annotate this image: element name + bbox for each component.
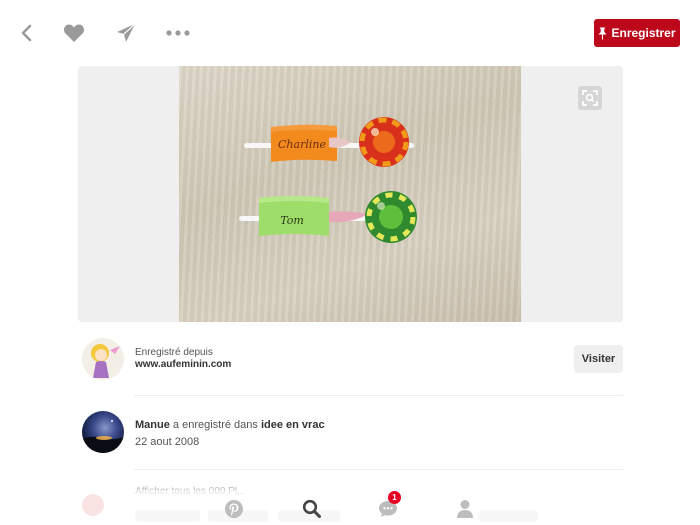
pin-date: 22 aout 2008	[135, 436, 200, 448]
pinner-board[interactable]: idee en vrac	[261, 419, 325, 431]
lollipop-place-cards-image: Charline Tom	[239, 117, 417, 243]
messages-icon[interactable]: 1	[375, 491, 401, 522]
visual-search-icon[interactable]	[578, 86, 602, 110]
pinner-activity: Manue a enregistré dans idee en vrac	[135, 419, 325, 431]
pin-photo[interactable]: Charline Tom	[179, 66, 521, 322]
source-label: Enregistré depuis	[135, 347, 213, 358]
visit-button[interactable]: Visiter	[574, 345, 623, 373]
heart-icon[interactable]	[61, 20, 87, 46]
divider	[134, 395, 623, 396]
more-icon[interactable]	[165, 20, 191, 46]
pinner-name[interactable]: Manue	[135, 419, 170, 431]
bottom-nav: 1	[0, 490, 700, 525]
pushpin-icon	[598, 27, 607, 40]
message-count-badge: 1	[388, 491, 401, 504]
save-button[interactable]: Enregistrer	[594, 19, 680, 47]
search-icon[interactable]	[299, 496, 325, 522]
place-card-name-charline: Charline	[278, 138, 326, 151]
pinner-row: Manue a enregistré dans idee en vrac 22 …	[78, 408, 623, 458]
source-avatar	[82, 338, 124, 380]
pinner-avatar[interactable]	[82, 411, 124, 453]
pinterest-logo-icon[interactable]	[221, 496, 247, 522]
source-row: Enregistré depuis www.aufeminin.com Visi…	[78, 336, 623, 382]
back-arrow-icon[interactable]	[14, 20, 40, 46]
profile-icon[interactable]	[452, 496, 478, 522]
place-card-name-tom: Tom	[280, 214, 304, 227]
save-button-label: Enregistrer	[611, 26, 676, 40]
pin-image-container[interactable]: Charline Tom	[78, 66, 623, 322]
source-domain-link[interactable]: www.aufeminin.com	[135, 359, 231, 370]
divider	[134, 469, 623, 470]
top-bar: Enregistrer	[0, 0, 700, 66]
pinner-action: a enregistré dans	[172, 419, 258, 431]
send-icon[interactable]	[113, 20, 139, 46]
